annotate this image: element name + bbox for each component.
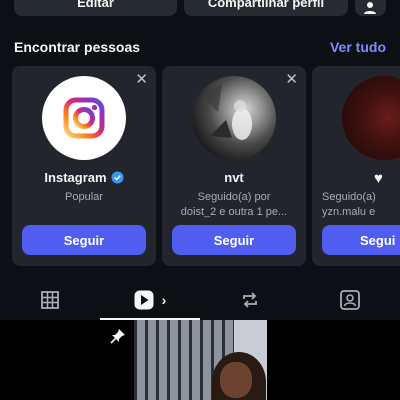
suggestions-header: Encontrar pessoas Ver tudo xyxy=(14,36,386,58)
person-add-icon xyxy=(363,2,376,14)
follow-label: Seguir xyxy=(63,232,105,248)
repost-icon xyxy=(243,292,257,308)
suggestion-subtitle: Popular xyxy=(65,191,103,203)
avatar[interactable] xyxy=(192,76,276,160)
suggestion-name-row: Instagram xyxy=(12,170,156,185)
person-silhouette-icon xyxy=(202,84,252,140)
suggestion-subtitle: Seguido(a) xyxy=(322,191,376,203)
suggestion-carousel[interactable]: ✕ Instagram Popular Seguir ✕ nvt Seguido… xyxy=(12,66,400,268)
person-face xyxy=(220,362,252,398)
heart-icon: ♥ xyxy=(374,170,383,187)
edit-profile-button[interactable]: Editar xyxy=(14,0,177,16)
dismiss-suggestion-icon[interactable]: ✕ xyxy=(135,72,148,87)
suggestion-subtitle: Seguido(a) por xyxy=(197,191,271,203)
reel-thumbnail[interactable] xyxy=(134,320,267,400)
profile-tabs: › xyxy=(0,280,400,320)
follow-button[interactable]: Segui xyxy=(322,225,400,255)
suggestion-name[interactable]: Instagram xyxy=(44,170,106,185)
share-profile-button[interactable]: Compartilhar perfil xyxy=(184,0,348,16)
discover-people-button[interactable] xyxy=(355,0,386,16)
profile-actions: Editar Compartilhar perfil xyxy=(14,0,386,16)
suggestion-name-row: ♥ xyxy=(312,170,400,187)
reels-play-icon xyxy=(134,290,154,310)
tab-posts[interactable] xyxy=(0,280,100,320)
avatar[interactable] xyxy=(342,76,400,160)
suggestion-name-row: nvt xyxy=(162,170,306,185)
tab-reels[interactable]: › xyxy=(100,280,200,320)
tab-reposts[interactable] xyxy=(200,280,300,320)
suggestion-subtitle-2: doist_2 e outra 1 pe... xyxy=(180,206,288,218)
tagged-person-icon xyxy=(340,290,360,310)
follow-button[interactable]: Seguir xyxy=(172,225,296,255)
chevron-right-icon: › xyxy=(161,292,167,308)
suggestion-card: ✕ Instagram Popular Seguir xyxy=(12,66,156,266)
grid-icon xyxy=(41,291,59,309)
instagram-logo-icon xyxy=(63,97,105,139)
see-all-link[interactable]: Ver tudo xyxy=(330,39,386,55)
suggestion-card: ♥ Seguido(a) yzn.malu e Segui xyxy=(312,66,400,266)
share-profile-label: Compartilhar perfil xyxy=(207,0,325,10)
suggestions-title: Encontrar pessoas xyxy=(14,39,141,55)
follow-label: Segui xyxy=(360,232,396,248)
dismiss-suggestion-icon[interactable]: ✕ xyxy=(285,72,298,87)
follow-button[interactable]: Seguir xyxy=(22,225,146,255)
edit-profile-label: Editar xyxy=(77,0,114,10)
avatar[interactable] xyxy=(42,76,126,160)
suggestion-card: ✕ nvt Seguido(a) por doist_2 e outra 1 p… xyxy=(162,66,306,266)
verified-badge-icon xyxy=(111,171,124,184)
suggestion-name[interactable]: nvt xyxy=(224,170,244,185)
pin-icon xyxy=(110,329,125,344)
follow-label: Seguir xyxy=(213,232,255,248)
reels-grid xyxy=(0,320,400,400)
suggestion-subtitle-2: yzn.malu e xyxy=(322,206,376,218)
tab-tagged[interactable] xyxy=(300,280,400,320)
